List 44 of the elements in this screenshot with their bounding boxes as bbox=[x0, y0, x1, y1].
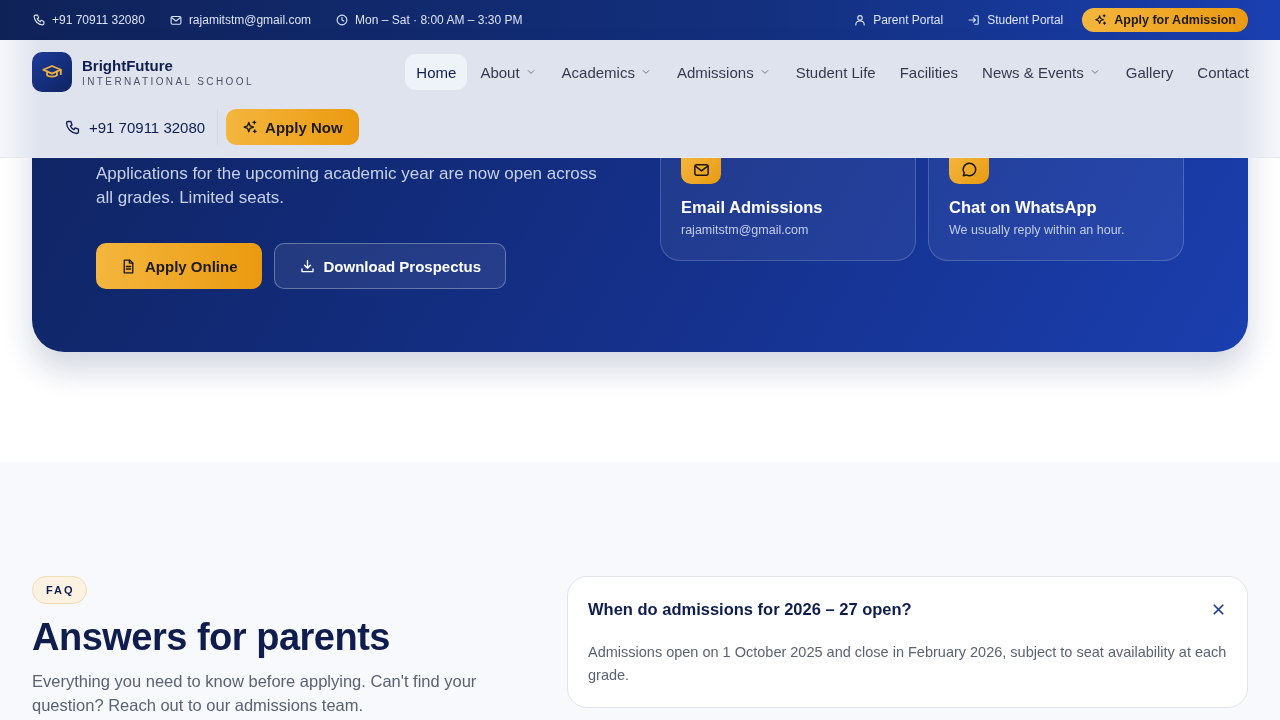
nav-link[interactable]: Academics bbox=[550, 54, 664, 90]
nav-link[interactable]: About bbox=[469, 54, 549, 90]
nav-link[interactable]: Admissions bbox=[665, 54, 783, 90]
faq-question[interactable]: When do admissions for 2026 – 27 open? bbox=[588, 577, 1227, 641]
download-prospectus-button[interactable]: Download Prospectus bbox=[273, 243, 507, 289]
contact-card-detail: We usually reply within an hour. bbox=[949, 223, 1126, 237]
contact-card[interactable]: Email Admissions rajamitstm@gmail.com bbox=[660, 158, 916, 261]
faq-heading: Answers for parents bbox=[32, 616, 391, 659]
chat-bubble-icon bbox=[959, 160, 979, 179]
phone-icon bbox=[64, 118, 81, 136]
nav-link[interactable]: Student Life bbox=[784, 54, 887, 90]
contact-card-title: Email Admissions bbox=[681, 198, 824, 217]
sparkle-icon bbox=[242, 118, 260, 136]
contact-text: rajamitstm@gmail.com bbox=[188, 13, 312, 27]
nav-link[interactable]: Facilities bbox=[888, 54, 970, 90]
nav-link[interactable]: News & Events bbox=[971, 54, 1113, 90]
school-name: BrightFuture bbox=[82, 57, 174, 74]
nav-link[interactable]: Contact bbox=[1186, 54, 1260, 90]
envelope-icon bbox=[168, 13, 183, 27]
contact-card-title: Chat on WhatsApp bbox=[949, 198, 1098, 217]
school-tagline: INTERNATIONAL SCHOOL bbox=[82, 76, 254, 87]
portal-link[interactable]: Student Portal bbox=[967, 13, 1064, 27]
clock-icon bbox=[335, 13, 350, 27]
faq-description: Everything you need to know before applying. Can't find your question? Reach out to our admissions team. bbox=[32, 671, 478, 716]
apply-now-button[interactable]: Apply Now bbox=[226, 109, 359, 145]
contact-card-detail: rajamitstm@gmail.com bbox=[681, 223, 810, 237]
nav-link[interactable]: Home bbox=[405, 54, 468, 90]
apply-admission-button[interactable]: Apply for Admission bbox=[1082, 8, 1248, 32]
contact-text: +91 70911 32080 bbox=[52, 13, 145, 27]
contact-card[interactable]: Chat on WhatsApp We usually reply within an hour. bbox=[928, 158, 1184, 261]
faq-badge: FAQ bbox=[32, 576, 87, 604]
header-phone: +91 70911 32080 bbox=[89, 118, 206, 136]
sparkle-icon bbox=[1094, 13, 1109, 27]
apply-online-button[interactable]: Apply Online bbox=[96, 243, 262, 289]
phone-icon bbox=[32, 13, 46, 27]
login-icon bbox=[967, 13, 982, 27]
user-icon bbox=[853, 13, 868, 27]
nav-link[interactable]: Gallery bbox=[1114, 54, 1185, 90]
hero-description: Applications for the upcoming academic year are now open across all grades. Limited seats. bbox=[96, 163, 598, 209]
faq-answer: Admissions open on 1 October 2025 and close in February 2026, subject to seat availability at each grade. bbox=[588, 643, 1227, 685]
portal-link[interactable]: Parent Portal bbox=[853, 13, 944, 27]
contact-text: Mon – Sat · 8:00 AM – 3:30 PM bbox=[355, 13, 523, 27]
download-icon bbox=[298, 257, 316, 275]
school-logo[interactable] bbox=[32, 52, 72, 92]
